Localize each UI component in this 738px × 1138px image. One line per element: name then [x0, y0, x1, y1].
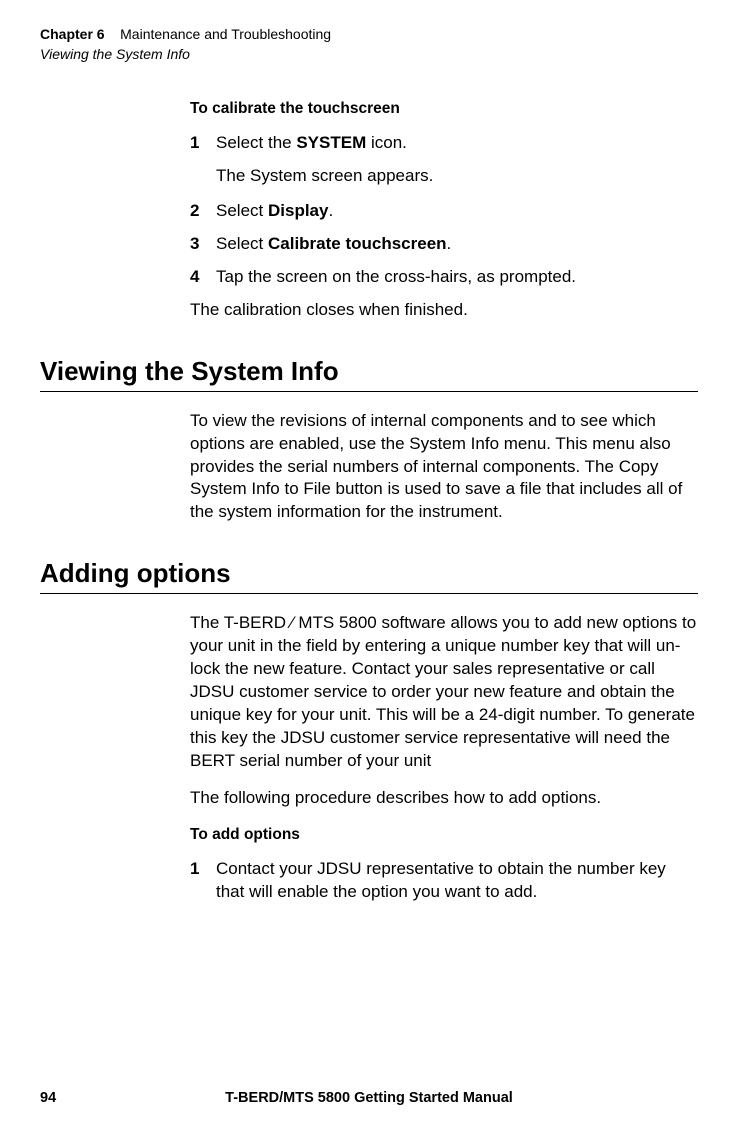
manual-title: T-BERD/MTS 5800 Getting Started Manual [40, 1090, 698, 1106]
section-viewing-system-info: Viewing the System Info To view the revi… [40, 356, 698, 525]
procedure-title: To calibrate the touchscreen [190, 100, 698, 118]
step-number: 1 [190, 858, 216, 904]
step-text: . [447, 234, 452, 253]
procedure-result: The calibration closes when finished. [190, 299, 698, 322]
step-bold: Display [268, 201, 328, 220]
step-1: 1 Contact your JDSU representative to ob… [190, 858, 698, 904]
section-body: The following procedure describes how to… [190, 787, 698, 810]
section-body: The T-BERD ⁄ MTS 5800 software allows yo… [190, 612, 698, 773]
step-text: Select the [216, 133, 296, 152]
step-body: Select the SYSTEM icon. [216, 132, 698, 155]
step-2: 2 Select Display. [190, 200, 698, 223]
step-text: . [328, 201, 333, 220]
step-1-result: The System screen appears. [216, 165, 698, 188]
step-bold: Calibrate touchscreen [268, 234, 447, 253]
calibrate-procedure: To calibrate the touchscreen 1 Select th… [190, 100, 698, 322]
content: To calibrate the touchscreen 1 Select th… [40, 100, 698, 914]
step-3: 3 Select Calibrate touchscreen. [190, 233, 698, 256]
step-text: Select [216, 234, 268, 253]
page-number: 94 [40, 1090, 56, 1106]
section-adding-options: Adding options The T-BERD ⁄ MTS 5800 sof… [40, 558, 698, 903]
chapter-title: Maintenance and Troubleshooting [120, 26, 331, 42]
header-section: Viewing the System Info [40, 46, 698, 64]
running-header: Chapter 6 Maintenance and Troubleshootin… [40, 26, 698, 63]
page: Chapter 6 Maintenance and Troubleshootin… [0, 0, 738, 1138]
step-1: 1 Select the SYSTEM icon. [190, 132, 698, 155]
procedure-title: To add options [190, 826, 698, 844]
step-body: Tap the screen on the cross-hairs, as pr… [216, 266, 698, 289]
step-body: Select Display. [216, 200, 698, 223]
step-body: Select Calibrate touchscreen. [216, 233, 698, 256]
step-number: 4 [190, 266, 216, 289]
running-footer: 94 T-BERD/MTS 5800 Getting Started Manua… [40, 1090, 698, 1106]
step-text: icon. [366, 133, 407, 152]
step-number: 2 [190, 200, 216, 223]
section-body: To view the revisions of internal compon… [190, 410, 698, 525]
step-text: Select [216, 201, 268, 220]
chapter-prefix: Chapter 6 [40, 26, 105, 42]
step-bold: SYSTEM [296, 133, 366, 152]
step-4: 4 Tap the screen on the cross-hairs, as … [190, 266, 698, 289]
section-heading: Viewing the System Info [40, 356, 698, 392]
step-number: 3 [190, 233, 216, 256]
section-heading: Adding options [40, 558, 698, 594]
step-body: Contact your JDSU representative to obta… [216, 858, 698, 904]
step-number: 1 [190, 132, 216, 155]
header-chapter: Chapter 6 Maintenance and Troubleshootin… [40, 26, 698, 44]
